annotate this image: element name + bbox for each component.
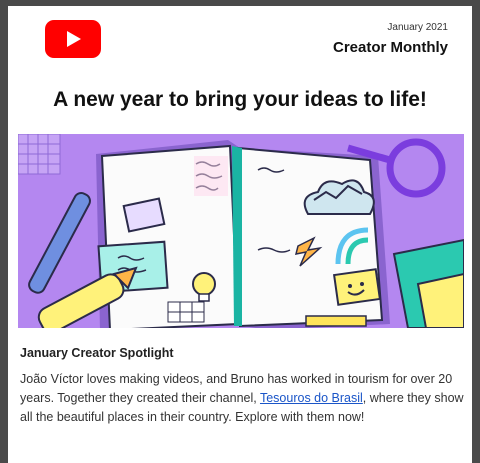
grid-paper [18, 134, 61, 175]
crossword-doodle [167, 301, 205, 323]
newsletter-title: Creator Monthly [332, 39, 448, 56]
channel-link[interactable]: Tesouros do Brasil [260, 391, 363, 405]
youtube-logo-icon[interactable] [45, 20, 101, 58]
headline: A new year to bring your ideas to life! [53, 88, 427, 111]
yellow-sticky-note [332, 268, 382, 306]
newsletter-card: January 2021 Creator Monthly A new year … [8, 6, 472, 463]
spotlight-title: January Creator Spotlight [20, 346, 174, 360]
newsletter-meta: January 2021 Creator Monthly [333, 22, 448, 56]
hero-illustration [18, 134, 464, 328]
spotlight-text: João Víctor loves making videos, and Bru… [20, 370, 464, 427]
issue-date: January 2021 [387, 22, 448, 33]
